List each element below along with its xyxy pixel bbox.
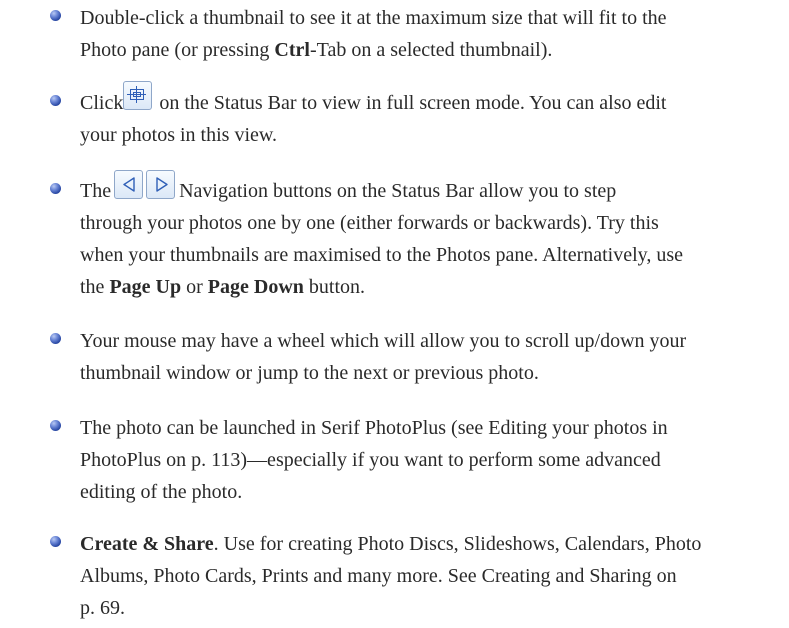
- text-run: Your mouse may have a wheel which will a…: [80, 330, 687, 352]
- text-run: Double-click a thumbnail to see it at th…: [80, 7, 667, 29]
- text-run: . Use for creating Photo Discs, Slidesho…: [213, 533, 702, 555]
- line: Photo pane (or pressing Ctrl-Tab on a se…: [80, 34, 770, 66]
- item-text: Click on the Status Bar to view in full …: [80, 81, 770, 151]
- full-screen-icon[interactable]: [123, 81, 153, 110]
- item-text: Create & Share. Use for creating Photo D…: [80, 528, 770, 624]
- line: editing of the photo.: [80, 476, 770, 508]
- key-ctrl: Ctrl: [274, 39, 310, 61]
- item-text: The Navigation buttons on the Status Bar …: [80, 170, 770, 303]
- text-run: The: [80, 180, 112, 202]
- bullet-icon: [50, 420, 61, 431]
- line: Albums, Photo Cards, Prints and many mor…: [80, 560, 770, 592]
- line: The Navigation buttons on the Status Bar …: [80, 170, 770, 207]
- line: p. 69.: [80, 592, 770, 624]
- line: thumbnail window or jump to the next or …: [80, 357, 770, 389]
- text-run: p. 69.: [80, 597, 125, 619]
- text-run: editing of the photo.: [80, 481, 243, 503]
- text-run: the: [80, 276, 110, 298]
- key-page-up: Page Up: [109, 276, 182, 298]
- text-run: -Tab on a selected thumbnail).: [309, 39, 553, 61]
- bullet-icon: [50, 333, 61, 344]
- line: the Page Up or Page Down button.: [80, 271, 770, 303]
- text-run: button.: [303, 276, 366, 298]
- text-run: through your photos one by one (either f…: [80, 212, 659, 234]
- line: when your thumbnails are maximised to th…: [80, 239, 770, 271]
- create-share-label: Create & Share: [80, 533, 214, 555]
- next-arrow-icon[interactable]: [146, 170, 176, 199]
- line: Your mouse may have a wheel which will a…: [80, 325, 770, 357]
- previous-arrow-icon[interactable]: [114, 170, 144, 199]
- text-run: or: [181, 276, 208, 298]
- text-run: Click: [80, 92, 124, 114]
- line: Double-click a thumbnail to see it at th…: [80, 2, 770, 34]
- text-run: your photos in this view.: [80, 124, 278, 146]
- text-run: Navigation buttons on the Status Bar all…: [179, 180, 617, 202]
- bullet-icon: [50, 536, 61, 547]
- text-run: when your thumbnails are maximised to th…: [80, 244, 684, 266]
- item-text: The photo can be launched in Serif Photo…: [80, 412, 770, 508]
- line: PhotoPlus on p. 113)—especially if you w…: [80, 444, 770, 476]
- bullet-icon: [50, 10, 61, 21]
- line: through your photos one by one (either f…: [80, 207, 770, 239]
- text-run: Albums, Photo Cards, Prints and many mor…: [80, 565, 677, 587]
- line: The photo can be launched in Serif Photo…: [80, 412, 770, 444]
- text-run: Photo pane (or pressing: [80, 39, 275, 61]
- line: Click on the Status Bar to view in full …: [80, 81, 770, 119]
- text-run: PhotoPlus on p. 113)—especially if you w…: [80, 449, 661, 471]
- text-run: thumbnail window or jump to the next or …: [80, 362, 539, 384]
- key-page-down: Page Down: [207, 276, 304, 298]
- line: Create & Share. Use for creating Photo D…: [80, 528, 770, 560]
- item-text: Double-click a thumbnail to see it at th…: [80, 2, 770, 66]
- bullet-icon: [50, 183, 61, 194]
- text-run: on the Status Bar to view in full screen…: [154, 92, 667, 114]
- item-text: Your mouse may have a wheel which will a…: [80, 325, 770, 389]
- text-run: The photo can be launched in Serif Photo…: [80, 417, 668, 439]
- line: your photos in this view.: [80, 119, 770, 151]
- bullet-icon: [50, 95, 61, 106]
